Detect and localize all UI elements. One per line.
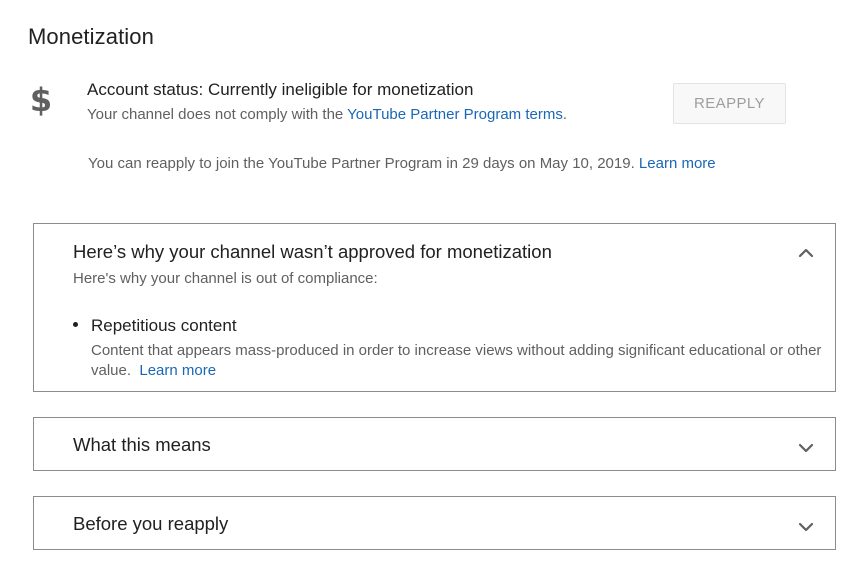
account-status-title: Account status: Currently ineligible for…: [87, 80, 474, 99]
svg-text:$: $: [30, 82, 52, 118]
panel-not-approved-reasons: Here’s why your channel wasn’t approved …: [33, 223, 836, 392]
bullet-icon: [73, 322, 78, 327]
reapply-note: You can reapply to join the YouTube Part…: [88, 155, 716, 172]
page-title: Monetization: [28, 24, 154, 49]
chevron-down-icon[interactable]: [797, 520, 815, 532]
reason-description: Content that appears mass-produced in or…: [91, 341, 833, 380]
partner-program-terms-link[interactable]: YouTube Partner Program terms: [347, 106, 563, 123]
panel-before-you-reapply[interactable]: Before you reapply: [33, 496, 836, 550]
panel-what-this-means-title[interactable]: What this means: [73, 434, 211, 456]
reason-title: Repetitious content: [91, 316, 237, 335]
chevron-down-icon[interactable]: [797, 441, 815, 453]
panel-not-approved-description: Here's why your channel is out of compli…: [73, 270, 378, 287]
account-status-detail: Your channel does not comply with the Yo…: [87, 106, 567, 123]
panel-before-you-reapply-title[interactable]: Before you reapply: [73, 513, 228, 535]
account-status-detail-suffix: .: [562, 106, 567, 123]
chevron-up-icon[interactable]: [797, 246, 815, 258]
reapply-button[interactable]: REAPPLY: [673, 83, 786, 124]
reapply-learn-more-link[interactable]: Learn more: [639, 155, 716, 172]
reapply-note-text: You can reapply to join the YouTube Part…: [88, 155, 639, 172]
dollar-icon: $: [30, 81, 52, 119]
reason-learn-more-link[interactable]: Learn more: [139, 362, 216, 379]
panel-not-approved-title[interactable]: Here’s why your channel wasn’t approved …: [73, 241, 552, 263]
panel-what-this-means[interactable]: What this means: [33, 417, 836, 471]
account-status-detail-prefix: Your channel does not comply with the: [87, 106, 348, 123]
